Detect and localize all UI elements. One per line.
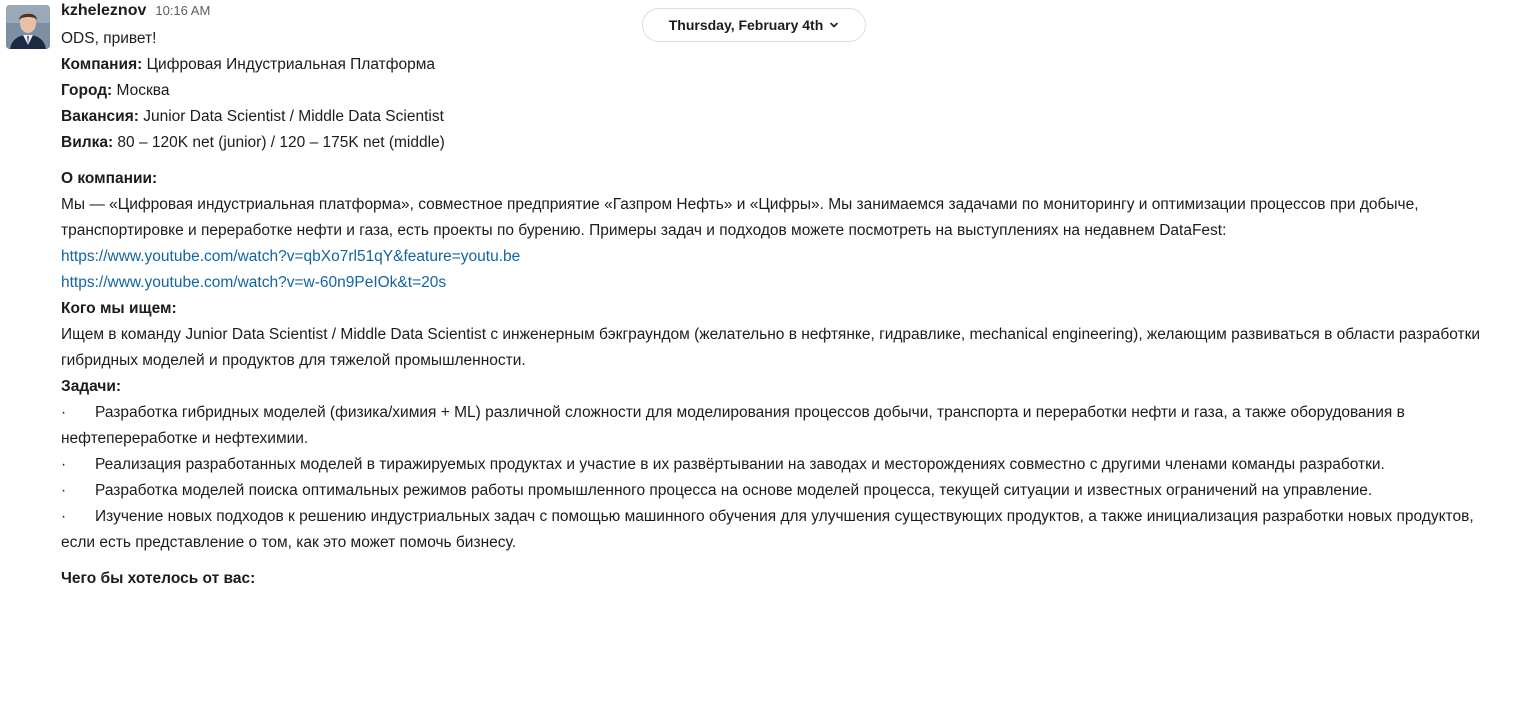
task-item: · Разработка гибридных моделей (физика/хи…: [61, 400, 1501, 452]
seeking-text: Ищем в команду Junior Data Scientist / M…: [61, 326, 1481, 369]
field-value: Junior Data Scientist / Middle Data Scie…: [138, 108, 444, 125]
task-text: Разработка гибридных моделей (физика/хим…: [61, 404, 1405, 447]
field-value: Москва: [112, 82, 170, 99]
author-name[interactable]: kzheleznov: [61, 2, 146, 20]
message-timestamp[interactable]: 10:16 AM: [155, 3, 210, 18]
tasks-heading: Задачи:: [61, 378, 122, 395]
task-item: · Разработка моделей поиска оптимальных р…: [61, 478, 1501, 504]
youtube-link[interactable]: https://www.youtube.com/watch?v=w-60n9Pe…: [61, 274, 446, 291]
field-label: Вилка:: [61, 134, 114, 151]
field-value: Цифровая Индустриальная Платформа: [142, 56, 435, 73]
field-company: Компания: Цифровая Индустриальная Платфо…: [61, 52, 1501, 78]
field-city: Город: Москва: [61, 78, 1501, 104]
bullet: ·: [61, 508, 67, 525]
field-label: Город:: [61, 82, 113, 99]
field-label: Компания:: [61, 56, 143, 73]
message-header: kzheleznov 10:16 AM: [61, 2, 1501, 26]
seeking-heading: Кого мы ищем:: [61, 300, 177, 317]
field-salary: Вилка: 80 – 120K net (junior) / 120 – 17…: [61, 130, 1501, 156]
avatar[interactable]: [6, 5, 50, 49]
task-text: Разработка моделей поиска оптимальных ре…: [95, 482, 1373, 499]
wishes-heading: Чего бы хотелось от вас:: [61, 570, 256, 587]
task-item: · Реализация разработанных моделей в тира…: [61, 452, 1501, 478]
task-text: Реализация разработанных моделей в тираж…: [95, 456, 1385, 473]
field-value: 80 – 120K net (junior) / 120 – 175K net …: [113, 134, 445, 151]
field-vacancy: Вакансия: Junior Data Scientist / Middle…: [61, 104, 1501, 130]
message: kzheleznov 10:16 AM ODS, привет! Компани…: [61, 2, 1501, 592]
task-text: Изучение новых подходов к решению индуст…: [61, 508, 1474, 551]
bullet: ·: [61, 456, 67, 473]
about-heading: О компании:: [61, 170, 158, 187]
bullet: ·: [61, 404, 67, 421]
task-item: · Изучение новых подходов к решению индус…: [61, 504, 1501, 556]
about-text: Мы — «Цифровая индустриальная платформа»…: [61, 196, 1419, 239]
greeting: ODS, привет!: [61, 30, 157, 47]
field-label: Вакансия:: [61, 108, 139, 125]
youtube-link[interactable]: https://www.youtube.com/watch?v=qbXo7rl5…: [61, 248, 520, 265]
bullet: ·: [61, 482, 67, 499]
avatar-photo: [6, 5, 50, 49]
